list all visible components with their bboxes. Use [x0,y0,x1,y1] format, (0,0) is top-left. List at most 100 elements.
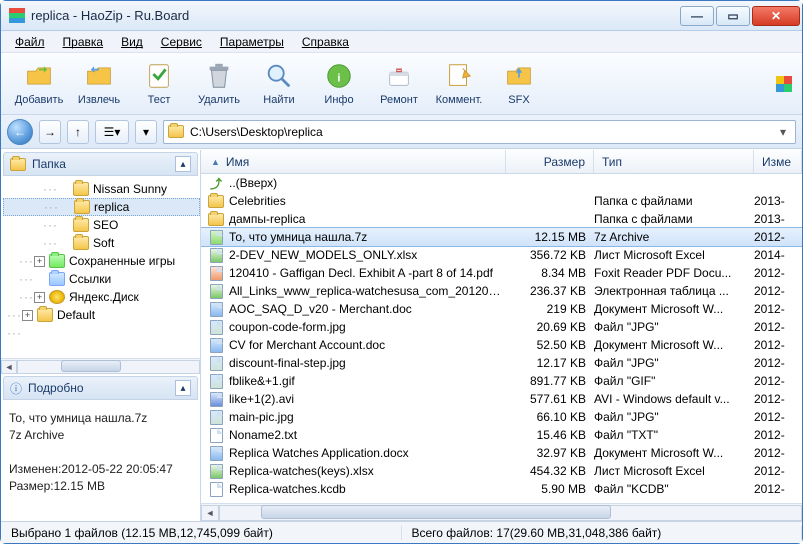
tree-node[interactable]: ···Ссылки [3,270,200,288]
file-row[interactable]: CelebritiesПапка с файлами2013- [201,192,802,210]
repair-button[interactable]: Ремонт [371,56,427,112]
file-name: Noname2.txt [229,428,506,442]
file-modified: 2012- [754,356,802,370]
col-size[interactable]: Размер [506,150,594,173]
col-type[interactable]: Тип [594,150,754,173]
tree-node[interactable]: ···+Сохраненные игры [3,252,200,270]
tree-hscrollbar[interactable]: ◄ ► [1,358,200,374]
file-type: Файл "TXT" [594,428,754,442]
video-icon [210,392,223,407]
list-hscrollbar[interactable]: ◄ ► [201,503,802,521]
menu-help[interactable]: Справка [294,33,357,51]
folder-icon [10,158,26,171]
tree-node[interactable]: ···Nissan Sunny [3,180,200,198]
file-row[interactable]: discount-final-step.jpg12.17 KBФайл "JPG… [201,354,802,372]
file-modified: 2012- [754,374,802,388]
file-type: Лист Microsoft Excel [594,248,754,262]
menu-file[interactable]: Файл [7,33,53,51]
file-row[interactable]: дампы-replicaПапка с файлами2013- [201,210,802,228]
menu-params[interactable]: Параметры [212,33,292,51]
back-button[interactable]: ← [7,119,33,145]
tree-node[interactable]: ···SEO [3,216,200,234]
tree-node[interactable]: ···+Яндекс.Диск [3,288,200,306]
file-type: Файл "JPG" [594,410,754,424]
expand-toggle[interactable]: + [34,256,45,267]
file-size: 12.15 MB [506,230,594,244]
file-row[interactable]: AOC_SAQ_D_v20 - Merchant.doc219 KBДокуме… [201,300,802,318]
maximize-button[interactable]: ▭ [716,6,750,26]
file-row[interactable]: То, что умница нашла.7z12.15 MB7z Archiv… [201,228,802,246]
file-type: Файл "JPG" [594,320,754,334]
col-modified[interactable]: Изме [754,150,802,173]
folder-tree[interactable]: ···Nissan Sunny···replica···SEO···Soft··… [1,178,200,358]
expand-toggle[interactable]: + [22,310,33,321]
file-row[interactable]: 2-DEV_NEW_MODELS_ONLY.xlsx356.72 KBЛист … [201,246,802,264]
tree-node[interactable]: ···+Default [3,306,200,324]
add-button[interactable]: Добавить [11,56,67,112]
file-row[interactable]: ⤴..(Вверх) [201,174,802,192]
folder-icon [74,200,90,214]
file-name: Replica Watches Application.docx [229,446,506,460]
file-row[interactable]: Noname2.txt15.46 KBФайл "TXT"2012- [201,426,802,444]
status-selection: Выбрано 1 файлов (12.15 MB,12,745,099 ба… [1,526,402,540]
word-icon [210,338,223,353]
file-row[interactable]: coupon-code-form.jpg20.69 KBФайл "JPG"20… [201,318,802,336]
color-cube-icon[interactable] [776,76,792,92]
expand-toggle[interactable]: + [34,292,45,303]
delete-button[interactable]: Удалить [191,56,247,112]
scroll-left-icon[interactable]: ◄ [201,505,219,521]
file-modified: 2013- [754,194,802,208]
info-icon: ⓘ [10,380,22,397]
file-rows[interactable]: ⤴..(Вверх)CelebritiesПапка с файлами2013… [201,174,802,503]
tree-label: replica [94,200,129,214]
file-row[interactable]: Replica Watches Application.docx32.97 KB… [201,444,802,462]
tree-label: Ссылки [69,272,111,286]
file-row[interactable]: like+1(2).avi577.61 KBAVI - Windows defa… [201,390,802,408]
scroll-thumb[interactable] [261,505,611,519]
file-row[interactable]: 120410 - Gaffigan Decl. Exhibit A -part … [201,264,802,282]
file-modified: 2012- [754,428,802,442]
scroll-thumb[interactable] [61,360,121,372]
forward-button[interactable]: → [39,120,61,144]
scroll-left-icon[interactable]: ◄ [1,360,17,374]
menu-bar: Файл Правка Вид Сервис Параметры Справка [1,31,802,53]
yandex-disk-icon [49,290,65,304]
comment-button[interactable]: Коммент. [431,56,487,112]
up-button[interactable]: ↑ [67,120,89,144]
file-row[interactable]: All_Links_www_replica-watchesusa_com_201… [201,282,802,300]
file-row[interactable]: Replica-watches(keys).xlsx454.32 KBЛист … [201,462,802,480]
file-name: Celebrities [229,194,506,208]
col-name[interactable]: ▲Имя [201,150,506,173]
info-button[interactable]: iИнфо [311,56,367,112]
menu-service[interactable]: Сервис [153,33,210,51]
svg-text:i: i [337,72,340,84]
menu-edit[interactable]: Правка [55,33,112,51]
file-name: AOC_SAQ_D_v20 - Merchant.doc [229,302,506,316]
minimize-button[interactable]: — [680,6,714,26]
file-type: AVI - Windows default v... [594,392,754,406]
tree-node[interactable]: ···Soft [3,234,200,252]
folder-pane-header[interactable]: Папка ▴ [3,152,198,176]
file-row[interactable]: Replica-watches.kcdb5.90 MBФайл "KCDB"20… [201,480,802,498]
details-pane-header[interactable]: ⓘ Подробно ▴ [3,376,198,400]
sfx-button[interactable]: SFX [491,56,547,112]
collapse-icon[interactable]: ▴ [175,380,191,396]
folder-icon [73,236,89,250]
history-button[interactable]: ▾ [135,120,157,144]
close-button[interactable]: ✕ [752,6,800,26]
menu-view[interactable]: Вид [113,33,151,51]
path-dropdown-icon[interactable]: ▾ [775,125,791,139]
test-button[interactable]: Тест [131,56,187,112]
extract-button[interactable]: Извлечь [71,56,127,112]
path-input[interactable] [190,125,769,139]
tree-node[interactable]: ···replica [3,198,200,216]
file-name: дампы-replica [229,212,506,226]
view-mode-button[interactable]: ☰▾ [95,120,129,144]
path-box[interactable]: ▾ [163,120,796,144]
file-modified: 2012- [754,284,802,298]
file-row[interactable]: main-pic.jpg66.10 KBФайл "JPG"2012- [201,408,802,426]
file-row[interactable]: fblike&+1.gif891.77 KBФайл "GIF"2012- [201,372,802,390]
file-row[interactable]: CV for Merchant Account.doc52.50 KBДокум… [201,336,802,354]
collapse-icon[interactable]: ▴ [175,156,191,172]
find-button[interactable]: Найти [251,56,307,112]
